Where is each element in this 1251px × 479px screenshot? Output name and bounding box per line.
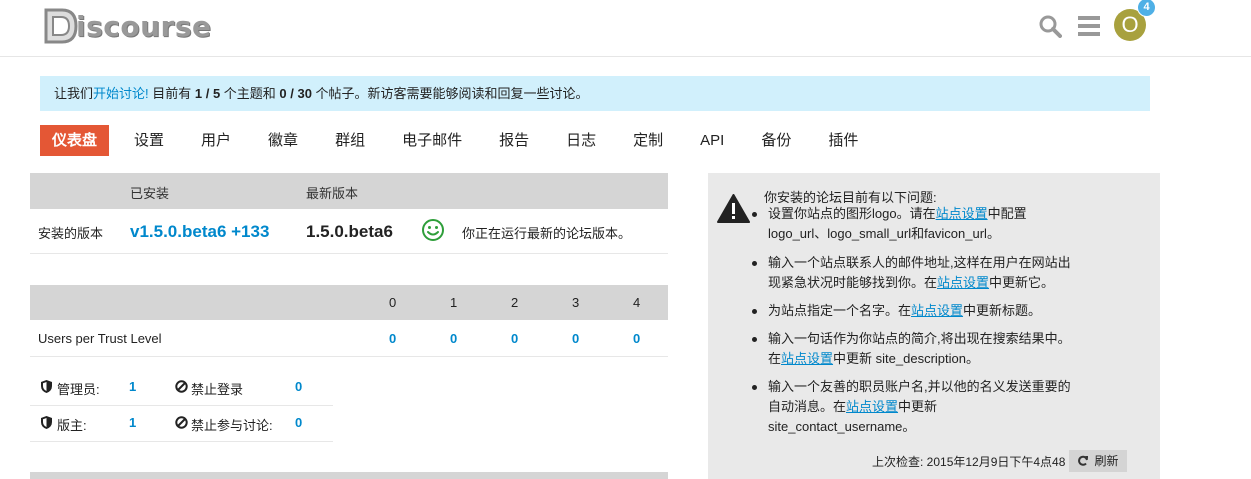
problem-text: 在	[768, 351, 782, 366]
moderators-label: 版主:	[57, 418, 87, 433]
admin-nav: 仪表盘 设置 用户 徽章 群组 电子邮件 报告 日志 定制 API 备份 插件	[40, 125, 883, 156]
trust-row-label: Users per Trust Level	[38, 331, 162, 346]
banned-label: 禁止登录	[191, 382, 244, 397]
problem-text: logo_url、logo_small_url和favicon_url。	[768, 226, 1000, 241]
version-status-text: 你正在运行最新的论坛版本。	[462, 226, 632, 241]
site-header: iscourse O 4	[0, 0, 1251, 57]
problem-item: 输入一句话作为你站点的简介,将出现在搜索结果中。 在站点设置中更新 site_de…	[752, 329, 1128, 369]
tab-logs[interactable]: 日志	[554, 125, 608, 156]
notification-badge[interactable]: 4	[1137, 0, 1156, 17]
smile-icon	[421, 218, 445, 247]
suspended-count[interactable]: 0	[295, 415, 302, 430]
next-table-header	[30, 472, 668, 479]
shield-icon	[41, 380, 52, 398]
row-divider	[30, 356, 668, 357]
trust-count-link[interactable]: 0	[511, 331, 518, 346]
banner-text: 个主题和	[220, 86, 280, 101]
admins-count[interactable]: 1	[129, 379, 136, 394]
trust-level-header: 3	[572, 295, 580, 310]
banner-text: 让我们	[54, 86, 94, 101]
problem-text: 输入一个友善的职员账户名,并以他的名义发送重要的	[768, 379, 1071, 394]
problem-text: 为站点指定一个名字。在	[768, 303, 912, 318]
problem-text: 中配置	[987, 206, 1027, 221]
problem-text: 输入一句话作为你站点的简介,将出现在搜索结果中。	[768, 331, 1071, 346]
hamburger-menu-icon[interactable]	[1078, 15, 1100, 42]
site-settings-link[interactable]: 站点设置	[846, 399, 898, 414]
problem-text: 中更新	[898, 399, 938, 414]
moderators-count[interactable]: 1	[129, 415, 136, 430]
post-count: 0 / 30	[279, 86, 312, 101]
tab-settings[interactable]: 设置	[122, 125, 176, 156]
logo-icon	[44, 8, 78, 44]
tab-badges[interactable]: 徽章	[256, 125, 310, 156]
banned-count[interactable]: 0	[295, 379, 302, 394]
refresh-icon	[1077, 452, 1089, 474]
problem-item: 输入一个站点联系人的邮件地址,这样在用户在网站出 现紧急状况时能够找到你。在站点设…	[752, 253, 1128, 293]
trust-level-header: 4	[633, 295, 641, 310]
installed-version-value[interactable]: v1.5.0.beta6 +133	[130, 222, 269, 242]
site-settings-link[interactable]: 站点设置	[781, 351, 833, 366]
refresh-button[interactable]: 刷新	[1069, 450, 1127, 472]
tab-users[interactable]: 用户	[189, 125, 243, 156]
dashboard-problems-panel: 你安装的论坛目前有以下问题: 设置你站点的图形logo。请在站点设置中配置 log…	[708, 173, 1160, 479]
discourse-logo[interactable]: iscourse	[40, 6, 212, 46]
trust-count-link[interactable]: 0	[389, 331, 396, 346]
row-divider	[30, 441, 333, 442]
shield-icon	[41, 416, 52, 434]
site-settings-link[interactable]: 站点设置	[911, 303, 963, 318]
problem-text: 中更新标题。	[963, 303, 1042, 318]
row-divider	[30, 405, 333, 406]
trust-count-link[interactable]: 0	[633, 331, 640, 346]
welcome-banner: 让我们开始讨论! 目前有 1 / 5 个主题和 0 / 30 个帖子。新访客需要…	[40, 76, 1150, 111]
trust-count-link[interactable]: 0	[450, 331, 457, 346]
trust-count-link[interactable]: 0	[572, 331, 579, 346]
problem-text: 中更新 site_description。	[833, 351, 979, 366]
problem-text: 中更新它。	[989, 275, 1055, 290]
warning-icon	[717, 194, 750, 226]
row-divider	[30, 253, 668, 254]
banner-text: 目前有	[148, 86, 195, 101]
tab-reports[interactable]: 报告	[487, 125, 541, 156]
installed-version-label: 安装的版本	[38, 226, 104, 241]
banner-text: 个帖子。新访客需要能够阅读和回复一些讨论。	[311, 86, 589, 101]
problem-item: 输入一个友善的职员账户名,并以他的名义发送重要的 自动消息。在站点设置中更新 sit…	[752, 377, 1128, 437]
start-discussion-link[interactable]: 开始讨论!	[93, 86, 149, 101]
last-checked-text: 上次检查: 2015年12月9日下午4点48	[872, 455, 1066, 469]
suspended-label: 禁止参与讨论:	[191, 418, 273, 433]
problem-text: site_contact_username。	[768, 419, 916, 434]
logo-text: iscourse	[76, 9, 212, 43]
installed-header: 已安装	[130, 186, 170, 201]
problem-text: 现紧急状况时能够找到你。在	[768, 275, 938, 290]
admins-label: 管理员:	[57, 382, 100, 397]
latest-version-value: 1.5.0.beta6	[306, 222, 393, 241]
search-icon[interactable]	[1038, 14, 1062, 43]
tab-groups[interactable]: 群组	[323, 125, 377, 156]
latest-header: 最新版本	[306, 186, 359, 201]
site-settings-link[interactable]: 站点设置	[937, 275, 989, 290]
tab-email[interactable]: 电子邮件	[390, 125, 474, 156]
tab-plugins[interactable]: 插件	[816, 125, 870, 156]
problem-text: 设置你站点的图形logo。请在	[768, 206, 936, 221]
refresh-label: 刷新	[1094, 454, 1119, 468]
problem-text: 输入一个站点联系人的邮件地址,这样在用户在网站出	[768, 255, 1071, 270]
tab-dashboard[interactable]: 仪表盘	[40, 125, 110, 156]
trust-level-header: 2	[511, 295, 519, 310]
tab-api[interactable]: API	[688, 125, 736, 156]
site-settings-link[interactable]: 站点设置	[936, 206, 988, 221]
tab-backups[interactable]: 备份	[749, 125, 803, 156]
tab-customize[interactable]: 定制	[621, 125, 675, 156]
trust-level-header: 1	[450, 295, 458, 310]
ban-icon	[175, 380, 188, 398]
problem-text: 自动消息。在	[768, 399, 847, 414]
problem-item: 设置你站点的图形logo。请在站点设置中配置 logo_url、logo_smal…	[752, 204, 1128, 244]
problem-item: 为站点指定一个名字。在站点设置中更新标题。	[752, 301, 1128, 321]
topic-count: 1 / 5	[194, 86, 221, 101]
trust-level-header: 0	[389, 295, 397, 310]
ban-icon	[175, 416, 188, 434]
